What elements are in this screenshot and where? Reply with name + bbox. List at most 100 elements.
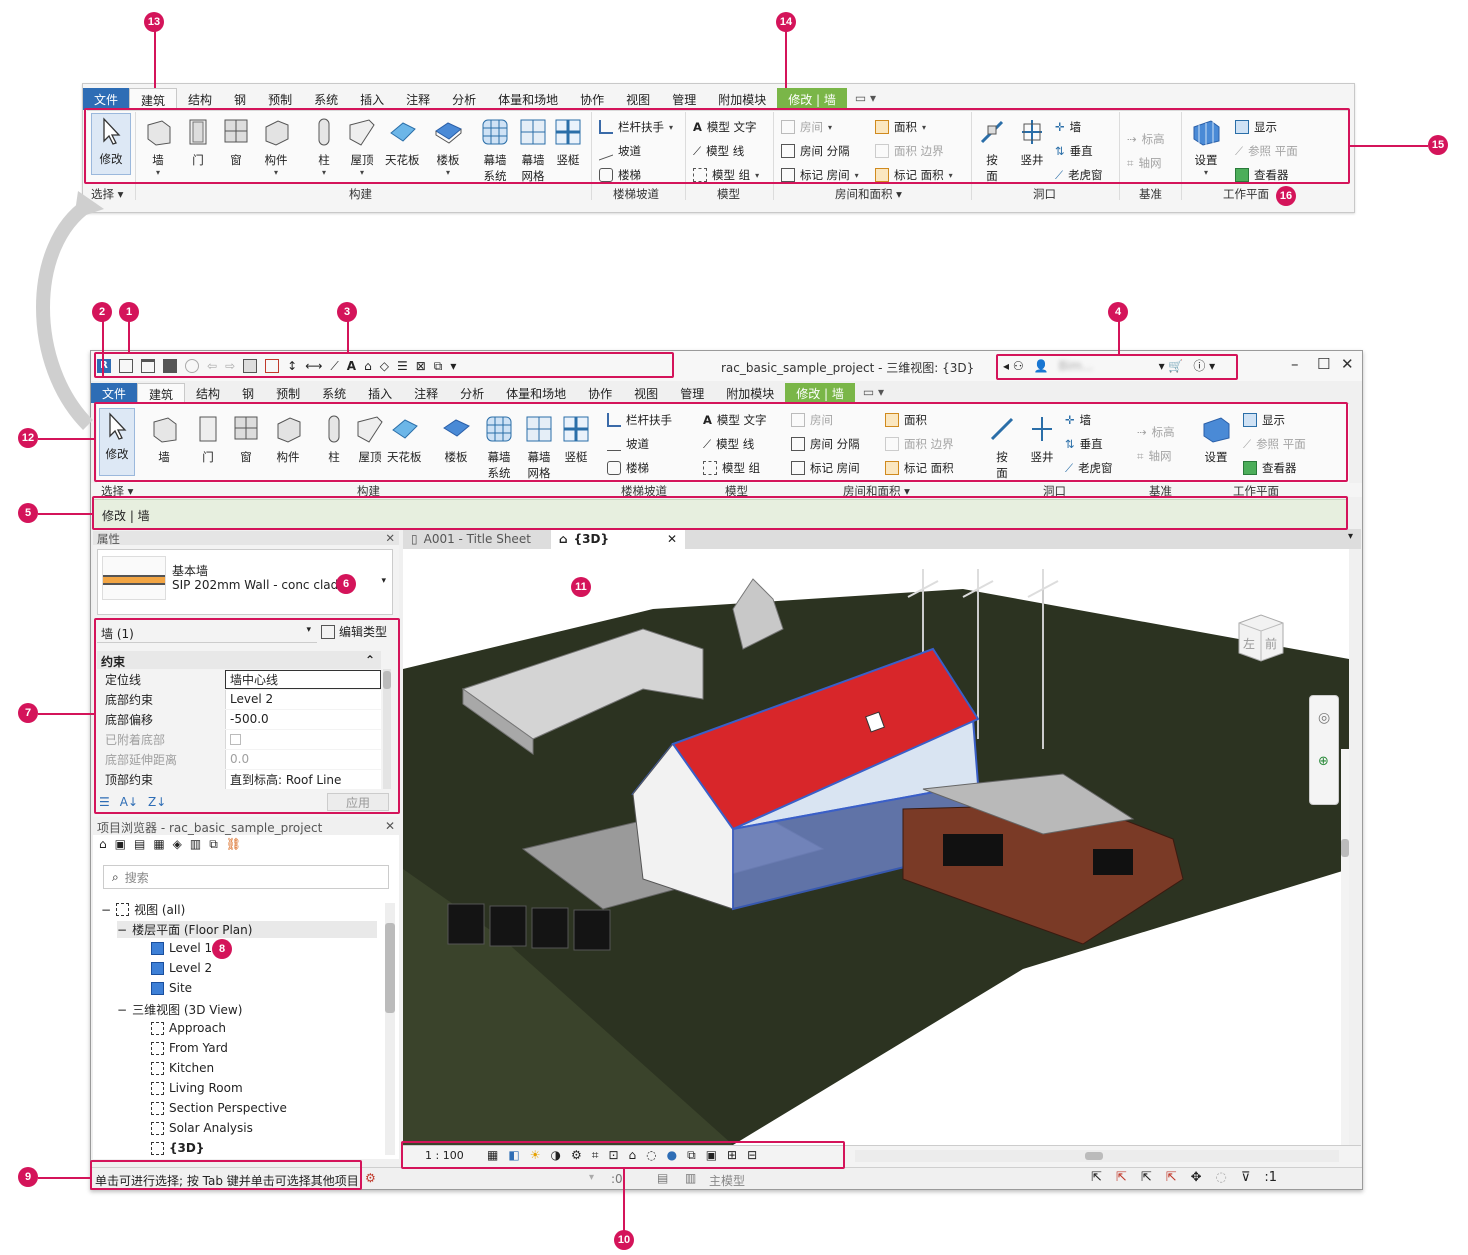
sun-path-icon[interactable]: ☀	[530, 1148, 541, 1163]
shadows-icon[interactable]: ◑	[550, 1148, 560, 1163]
model-group-button[interactable]: 模型 组 ▾	[693, 167, 759, 183]
prop-row-top-constraint[interactable]: 顶部约束 直到标高: Roof Line	[97, 769, 381, 789]
room-separator-button[interactable]: 房间 分隔	[781, 143, 850, 159]
home-icon[interactable]	[119, 359, 133, 373]
main-column-button[interactable]: 柱	[319, 412, 349, 465]
viewcube-left-face[interactable]: 左	[1243, 635, 1255, 652]
modify-button[interactable]: 修改	[91, 113, 131, 175]
main-wall-opening-button[interactable]: ✛ 墙	[1065, 412, 1091, 428]
tree-3d-views[interactable]: − 三维视图 (3D View)	[117, 1001, 242, 1018]
maximize-button[interactable]: ☐	[1317, 355, 1330, 373]
thin-lines-icon[interactable]: ☰	[397, 359, 408, 373]
main-component-button[interactable]: 构件	[273, 412, 303, 465]
tab-precast[interactable]: 预制	[257, 88, 303, 110]
main-ramp-button[interactable]: 坡道	[607, 436, 649, 452]
browser-sheet-icon[interactable]: ▥	[190, 837, 201, 852]
main-tab-modify-wall[interactable]: 修改 | 墙	[785, 383, 855, 403]
properties-close-icon[interactable]: ✕	[385, 531, 395, 545]
tab-title-sheet[interactable]: ▯ A001 - Title Sheet	[403, 529, 539, 549]
view-horizontal-scrollbar[interactable]	[855, 1150, 1339, 1162]
tree-from-yard[interactable]: From Yard	[151, 1041, 228, 1055]
tab-manage[interactable]: 管理	[661, 88, 707, 110]
main-tab-massing[interactable]: 体量和场地	[495, 383, 577, 403]
design-options-icon[interactable]: ▤	[657, 1171, 668, 1185]
minimize-button[interactable]: –	[1291, 355, 1299, 373]
tree-kitchen[interactable]: Kitchen	[151, 1061, 214, 1075]
render-icon[interactable]: ⚙	[571, 1148, 582, 1163]
open-icon[interactable]	[141, 359, 155, 373]
browser-legend-icon[interactable]: ▤	[134, 837, 145, 852]
apply-button[interactable]: 应用	[327, 793, 389, 811]
railing-button[interactable]: 栏杆扶手 ▾	[599, 119, 673, 135]
measure-icon[interactable]: ↕	[287, 359, 297, 373]
tab-structure[interactable]: 结构	[177, 88, 223, 110]
main-tab-steel[interactable]: 钢	[231, 383, 265, 403]
switch-windows-icon[interactable]: ⧉	[434, 359, 443, 374]
browser-search-input[interactable]: ⌕ 搜索	[103, 865, 389, 889]
detail-level-icon[interactable]: ▦	[487, 1148, 498, 1163]
by-face-button[interactable]: 按 面	[977, 115, 1007, 184]
main-show-workplane-button[interactable]: 显示	[1243, 412, 1285, 428]
tab-insert[interactable]: 插入	[349, 88, 395, 110]
select-by-face-icon[interactable]: ⇱	[1166, 1170, 1177, 1185]
main-ref-plane-button[interactable]: ⟋ 参照 平面	[1243, 436, 1306, 452]
main-by-face-button[interactable]: 按 面	[987, 412, 1017, 481]
main-wall-button[interactable]: 墙	[149, 412, 179, 465]
column-button[interactable]: 柱 ▾	[309, 115, 339, 177]
vertical-opening-button[interactable]: ⇅ 垂直	[1055, 143, 1093, 159]
viewcube[interactable]: 左 前	[1229, 609, 1289, 669]
browser-scrollbar[interactable]	[385, 903, 395, 1155]
tab-menu-icon[interactable]: ▾	[1348, 531, 1353, 542]
window-button[interactable]: 窗	[221, 115, 251, 168]
main-ribbon-minimize[interactable]: ▭ ▾	[855, 383, 892, 403]
tab-steel[interactable]: 钢	[223, 88, 257, 110]
curtain-system-button[interactable]: 幕墙 系统	[477, 115, 513, 184]
browser-close-icon[interactable]: ✕	[385, 819, 395, 833]
main-tag-area-button[interactable]: 标记 面积	[885, 460, 954, 476]
main-room-separator-button[interactable]: 房间 分隔	[791, 436, 860, 452]
component-button[interactable]: 构件 ▾	[261, 115, 291, 177]
close-button[interactable]: ✕	[1341, 355, 1354, 373]
visual-style-icon[interactable]: ◧	[508, 1148, 519, 1163]
highlight-icon[interactable]: ⊞	[727, 1148, 737, 1163]
browser-3d-icon[interactable]: ▣	[115, 837, 126, 852]
main-roof-button[interactable]: 屋顶	[355, 412, 385, 465]
prop-row-location-line[interactable]: 定位线 墙中心线	[97, 669, 381, 689]
main-grid-button[interactable]: ⌗ 轴网	[1137, 448, 1171, 464]
main-model-group-button[interactable]: 模型 组	[703, 460, 760, 476]
main-tab-annotate[interactable]: 注释	[403, 383, 449, 403]
zoom-region-icon[interactable]: ⊕	[1318, 754, 1329, 769]
cart-icon[interactable]: ▾ 🛒	[1159, 359, 1184, 373]
instance-filter[interactable]: 墙 (1) ▾	[97, 623, 317, 643]
status-gear-icon[interactable]: ⚙	[365, 1171, 376, 1185]
model-text-button[interactable]: A 模型 文字	[693, 119, 757, 135]
grid-button[interactable]: ⌗ 轴网	[1127, 155, 1161, 171]
constraints-section[interactable]: 约束 ⌃	[97, 651, 381, 669]
main-dormer-button[interactable]: ⟋ 老虎窗	[1065, 460, 1113, 476]
tree-floor-plans[interactable]: − 楼层平面 (Floor Plan)	[117, 921, 377, 938]
show-workplane-button[interactable]: 显示	[1235, 119, 1277, 135]
mullion-button[interactable]: 竖梃	[553, 115, 583, 168]
wall-button[interactable]: 墙 ▾	[143, 115, 173, 177]
redo-icon[interactable]: ⇨	[225, 359, 235, 373]
steering-wheel-icon[interactable]: ◎	[1318, 710, 1330, 726]
main-railing-button[interactable]: 栏杆扶手	[607, 412, 672, 428]
account-name[interactable]: Bim...	[1059, 359, 1149, 373]
door-button[interactable]: 门	[183, 115, 213, 168]
export-icon[interactable]	[265, 359, 280, 373]
tab-collaborate[interactable]: 协作	[569, 88, 615, 110]
undo-icon[interactable]: ⇦	[207, 359, 217, 373]
workset-dropdown-icon[interactable]: ▾	[589, 1172, 594, 1183]
tree-3d-default[interactable]: {3D}	[151, 1141, 204, 1155]
area-boundary-button[interactable]: 面积 边界	[875, 143, 944, 159]
constraints-icon[interactable]: ⊟	[747, 1148, 757, 1163]
close-hidden-icon[interactable]: ⊠	[416, 359, 426, 373]
attached-base-checkbox[interactable]	[230, 733, 241, 745]
main-group-room[interactable]: 房间和面积 ▾	[843, 483, 910, 499]
main-model-label[interactable]: 主模型	[709, 1172, 745, 1189]
worksharing-icon[interactable]: ⧉	[687, 1148, 696, 1163]
browser-family-icon[interactable]: ◈	[173, 837, 182, 852]
section-icon[interactable]: ◇	[380, 359, 389, 373]
shaft-button[interactable]: 竖井	[1017, 115, 1047, 168]
crop-view-icon[interactable]: ⌗	[592, 1148, 599, 1163]
